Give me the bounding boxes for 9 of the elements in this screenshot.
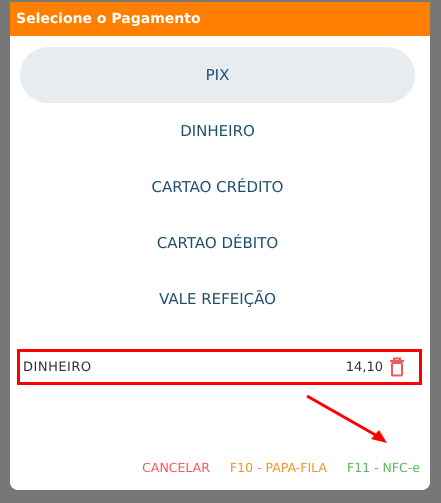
trash-icon[interactable] <box>389 357 405 377</box>
payment-option[interactable]: DINHEIRO <box>20 103 415 159</box>
payment-option[interactable]: VALE REFEIÇÃO <box>20 271 415 327</box>
payment-option[interactable]: CARTAO DÉBITO <box>20 215 415 271</box>
payment-option[interactable]: PIX <box>20 47 415 103</box>
payment-option[interactable]: CARTAO CRÉDITO <box>20 159 415 215</box>
dialog-title: Selecione o Pagamento <box>10 2 430 36</box>
payment-method: DINHEIRO <box>23 360 93 374</box>
payment-amount: 14,10 <box>346 360 383 374</box>
